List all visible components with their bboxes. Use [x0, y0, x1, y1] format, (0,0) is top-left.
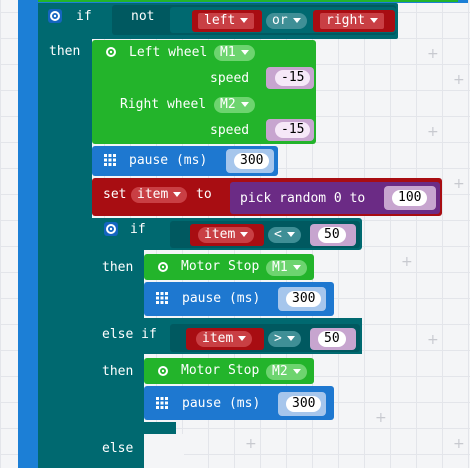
not-label: not [131, 9, 155, 24]
gear-icon [156, 364, 170, 378]
right-wheel-speed-label: speed [210, 123, 250, 138]
pause-label: pause (ms) [129, 153, 208, 168]
right-dropdown[interactable]: right [319, 12, 386, 30]
gear-icon[interactable] [104, 222, 118, 236]
compare-operator-value: < [274, 227, 282, 242]
left-wheel-motor-value: M1 [220, 45, 236, 60]
left-wheel-speed-label: speed [210, 71, 250, 86]
random-max-input[interactable]: 100 [392, 190, 428, 206]
parent-loop-rail[interactable] [18, 0, 38, 468]
right-dropdown-value: right [326, 13, 366, 28]
compare-operator-value: > [274, 331, 282, 346]
item-variable-value: item [204, 227, 236, 242]
else-if-then-label: then [102, 364, 134, 379]
plus-grid-marker: + [375, 410, 387, 426]
compare-value-input[interactable]: 50 [318, 331, 346, 347]
motor-stop-label: Motor Stop [181, 259, 260, 274]
compare-value-input[interactable]: 50 [318, 227, 346, 243]
or-dropdown[interactable]: or [266, 13, 307, 29]
plus-grid-marker: + [453, 176, 465, 192]
plus-grid-marker: + [453, 436, 465, 452]
set-variable-value: item [137, 187, 169, 202]
item-variable-value: item [202, 331, 234, 346]
right-wheel-motor-dropdown[interactable]: M2 [214, 97, 255, 113]
gear-icon[interactable] [48, 9, 62, 23]
gear-icon [156, 260, 170, 274]
dropdown-arrow-icon [238, 336, 247, 341]
left-dropdown-value: left [204, 13, 236, 28]
gear-icon [104, 45, 118, 59]
pick-random-label: pick random 0 to [240, 191, 366, 206]
compare-operator-dropdown[interactable]: > [268, 331, 301, 347]
or-dropdown-value: or [272, 13, 288, 28]
plus-grid-marker: + [453, 72, 465, 88]
if-label: if [76, 9, 92, 24]
else-label: else [102, 441, 134, 456]
plus-grid-marker: + [427, 332, 439, 348]
plus-grid-marker: + [427, 124, 439, 140]
dropdown-arrow-icon [240, 50, 249, 55]
else-row[interactable] [92, 422, 176, 434]
motor-stop-motor-value: M1 [272, 260, 288, 275]
left-wheel-label: Left wheel [129, 45, 208, 60]
plus-grid-marker: + [427, 46, 439, 62]
dropdown-arrow-icon [292, 18, 301, 23]
dropdown-arrow-icon [292, 369, 301, 374]
dropdown-arrow-icon [240, 102, 249, 107]
motor-stop-label: Motor Stop [181, 363, 260, 378]
pause-value-input[interactable]: 300 [286, 396, 322, 412]
item-variable-dropdown[interactable]: item [196, 331, 253, 347]
dropdown-arrow-icon [240, 18, 249, 23]
pause-value-input[interactable]: 300 [234, 153, 270, 169]
pause-label: pause (ms) [182, 396, 261, 411]
item-variable-dropdown[interactable]: item [198, 227, 255, 243]
then-label: then [49, 44, 81, 59]
motor-stop-motor-value: M2 [272, 364, 288, 379]
left-wheel-speed-input[interactable]: -15 [275, 70, 311, 86]
inner-if-label: if [130, 222, 146, 237]
plus-grid-marker: + [401, 254, 413, 270]
else-empty-slot[interactable] [144, 434, 184, 468]
pause-value-input[interactable]: 300 [286, 291, 322, 307]
grid-icon [104, 154, 116, 166]
to-label: to [196, 187, 212, 202]
right-wheel-motor-value: M2 [220, 97, 236, 112]
right-wheel-label: Right wheel [120, 97, 207, 112]
else-if-label: else if [102, 327, 157, 342]
motor-stop-motor-dropdown[interactable]: M2 [266, 364, 307, 380]
grid-icon [156, 397, 168, 409]
right-wheel-speed-input[interactable]: -15 [275, 122, 311, 138]
pause-label: pause (ms) [182, 291, 261, 306]
set-variable-dropdown[interactable]: item [131, 187, 188, 203]
grid-icon [156, 292, 168, 304]
dropdown-arrow-icon [240, 232, 249, 237]
dropdown-arrow-icon [370, 18, 379, 23]
plus-grid-marker: + [245, 436, 257, 452]
inner-then-label: then [102, 260, 134, 275]
dropdown-arrow-icon [286, 336, 295, 341]
dropdown-arrow-icon [292, 265, 301, 270]
dropdown-arrow-icon [173, 192, 182, 197]
motor-stop-motor-dropdown[interactable]: M1 [266, 260, 307, 276]
compare-operator-dropdown[interactable]: < [268, 227, 301, 243]
left-wheel-motor-dropdown[interactable]: M1 [214, 45, 255, 61]
dropdown-arrow-icon [286, 232, 295, 237]
if-block-outer-rail [38, 3, 92, 468]
previous-block-edge [38, 0, 458, 2]
left-dropdown[interactable]: left [197, 12, 256, 30]
set-label: set [103, 187, 127, 202]
